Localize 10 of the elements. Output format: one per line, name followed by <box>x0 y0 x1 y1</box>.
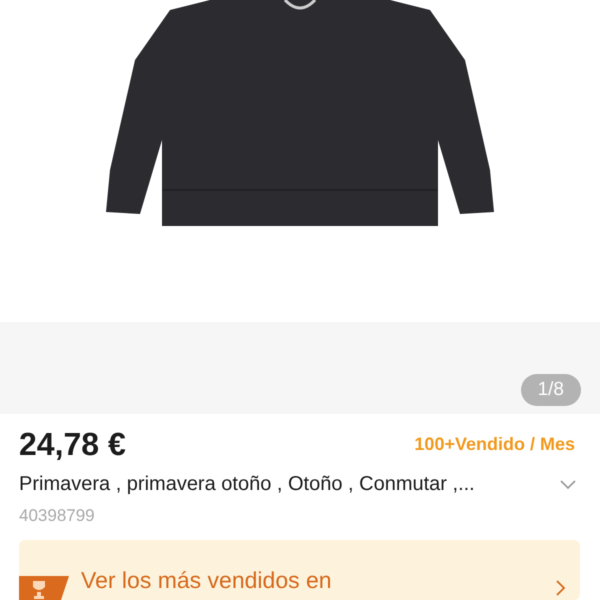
price: 24,78 € <box>19 426 126 463</box>
product-title: Primavera , primavera otoño , Otoño , Conmutar ,... <box>19 473 475 496</box>
sales-count: 100+Vendido / Mes <box>414 434 575 455</box>
image-counter: 1/8 <box>520 374 581 406</box>
bestseller-banner[interactable]: Ver los más vendidos en <box>19 540 580 600</box>
product-id: 40398799 <box>19 506 96 526</box>
trophy-icon <box>19 576 69 600</box>
chevron-right-icon <box>556 580 566 596</box>
banner-text: Ver los más vendidos en <box>81 567 333 595</box>
chevron-down-icon[interactable] <box>560 480 576 490</box>
